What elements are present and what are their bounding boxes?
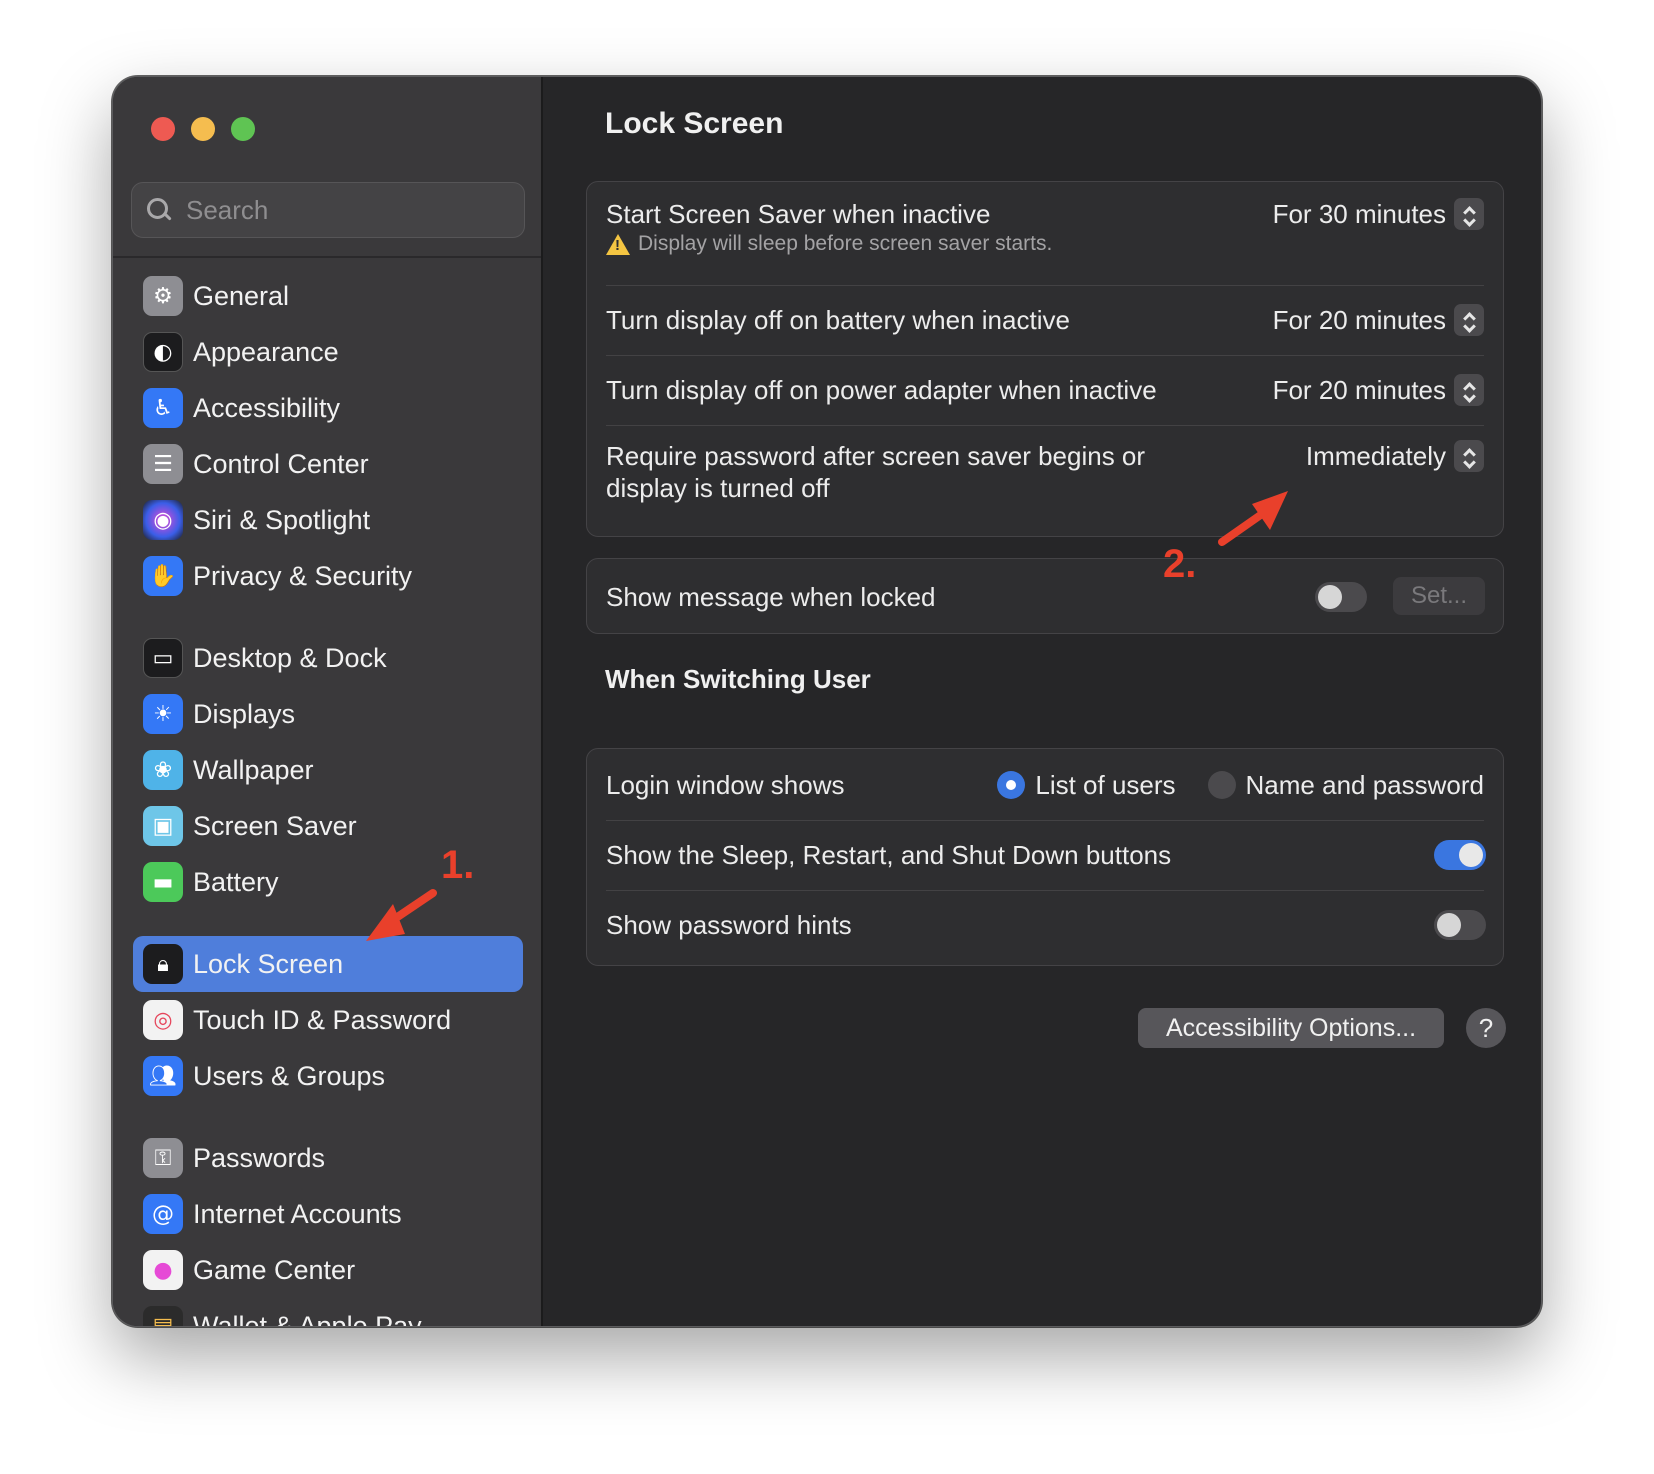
annotation-arrow-2 <box>1218 491 1288 546</box>
annotation-arrow-1 <box>366 889 437 941</box>
annotation-arrows <box>366 491 1288 941</box>
